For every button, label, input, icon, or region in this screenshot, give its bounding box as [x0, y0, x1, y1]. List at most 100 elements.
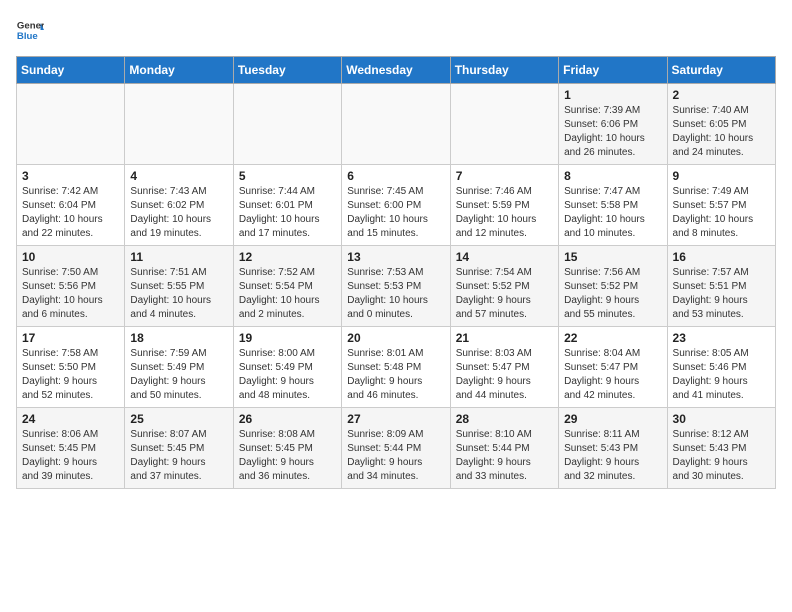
calendar-cell: 25Sunrise: 8:07 AM Sunset: 5:45 PM Dayli…: [125, 408, 233, 489]
logo: General Blue: [16, 16, 48, 44]
day-number: 2: [673, 88, 770, 102]
day-number: 12: [239, 250, 336, 264]
calendar-cell: 30 Sunrise: 8:12 AM Sunset: 5:43 PM Dayli…: [667, 408, 775, 489]
cell-info: Sunrise: 8:11 AM Sunset: 5:43 PM Dayligh…: [564, 428, 661, 484]
calendar-week-row: 10 Sunrise: 7:50 AM Sunset: 5:56 PM Dayli…: [17, 246, 776, 327]
day-number: 30: [673, 412, 770, 426]
weekday-header-row: SundayMondayTuesdayWednesdayThursdayFrid…: [17, 57, 776, 84]
calendar-cell: [17, 84, 125, 165]
calendar-cell: 24 Sunrise: 8:06 AM Sunset: 5:45 PM Dayli…: [17, 408, 125, 489]
cell-info: Sunrise: 7:56 AM Sunset: 5:52 PM Dayligh…: [564, 266, 661, 322]
calendar-cell: 12 Sunrise: 7:52 AM Sunset: 5:54 PM Dayli…: [233, 246, 341, 327]
cell-info: Sunrise: 7:52 AM Sunset: 5:54 PM Dayligh…: [239, 266, 336, 322]
cell-info: Sunrise: 7:44 AM Sunset: 6:01 PM Dayligh…: [239, 185, 336, 241]
cell-info: Sunrise: 7:40 AM Sunset: 6:05 PM Dayligh…: [673, 104, 770, 160]
calendar-cell: [233, 84, 341, 165]
calendar-cell: 16 Sunrise: 7:57 AM Sunset: 5:51 PM Dayli…: [667, 246, 775, 327]
logo-icon: General Blue: [16, 16, 44, 44]
day-number: 29: [564, 412, 661, 426]
day-number: 15: [564, 250, 661, 264]
calendar-cell: 17 Sunrise: 7:58 AM Sunset: 5:50 PM Dayli…: [17, 327, 125, 408]
cell-info: Sunrise: 7:46 AM Sunset: 5:59 PM Dayligh…: [456, 185, 553, 241]
calendar-cell: 29 Sunrise: 8:11 AM Sunset: 5:43 PM Dayli…: [559, 408, 667, 489]
day-number: 1: [564, 88, 661, 102]
day-number: 26: [239, 412, 336, 426]
calendar-cell: [450, 84, 558, 165]
day-number: 10: [22, 250, 119, 264]
cell-info: Sunrise: 8:12 AM Sunset: 5:43 PM Dayligh…: [673, 428, 770, 484]
day-number: 16: [673, 250, 770, 264]
day-number: 13: [347, 250, 444, 264]
weekday-header-friday: Friday: [559, 57, 667, 84]
cell-info: Sunrise: 8:08 AM Sunset: 5:45 PM Dayligh…: [239, 428, 336, 484]
day-number: 11: [130, 250, 227, 264]
calendar-cell: 14 Sunrise: 7:54 AM Sunset: 5:52 PM Dayli…: [450, 246, 558, 327]
cell-info: Sunrise: 7:54 AM Sunset: 5:52 PM Dayligh…: [456, 266, 553, 322]
calendar-cell: 23Sunrise: 8:05 AM Sunset: 5:46 PM Dayli…: [667, 327, 775, 408]
cell-info: Sunrise: 8:09 AM Sunset: 5:44 PM Dayligh…: [347, 428, 444, 484]
svg-text:Blue: Blue: [17, 31, 38, 42]
cell-info: Sunrise: 7:49 AM Sunset: 5:57 PM Dayligh…: [673, 185, 770, 241]
calendar-cell: 13 Sunrise: 7:53 AM Sunset: 5:53 PM Dayli…: [342, 246, 450, 327]
calendar-cell: 10 Sunrise: 7:50 AM Sunset: 5:56 PM Dayli…: [17, 246, 125, 327]
day-number: 28: [456, 412, 553, 426]
day-number: 6: [347, 169, 444, 183]
calendar-cell: 2 Sunrise: 7:40 AM Sunset: 6:05 PM Daylig…: [667, 84, 775, 165]
day-number: 8: [564, 169, 661, 183]
calendar-cell: 27Sunrise: 8:09 AM Sunset: 5:44 PM Dayli…: [342, 408, 450, 489]
calendar-cell: 28 Sunrise: 8:10 AM Sunset: 5:44 PM Dayli…: [450, 408, 558, 489]
day-number: 19: [239, 331, 336, 345]
calendar-cell: 7 Sunrise: 7:46 AM Sunset: 5:59 PM Daylig…: [450, 165, 558, 246]
cell-info: Sunrise: 8:00 AM Sunset: 5:49 PM Dayligh…: [239, 347, 336, 403]
calendar-cell: 15 Sunrise: 7:56 AM Sunset: 5:52 PM Dayli…: [559, 246, 667, 327]
calendar-week-row: 1 Sunrise: 7:39 AM Sunset: 6:06 PM Daylig…: [17, 84, 776, 165]
cell-info: Sunrise: 8:10 AM Sunset: 5:44 PM Dayligh…: [456, 428, 553, 484]
day-number: 24: [22, 412, 119, 426]
svg-text:General: General: [17, 20, 44, 31]
weekday-header-monday: Monday: [125, 57, 233, 84]
day-number: 25: [130, 412, 227, 426]
day-number: 3: [22, 169, 119, 183]
cell-info: Sunrise: 7:53 AM Sunset: 5:53 PM Dayligh…: [347, 266, 444, 322]
day-number: 5: [239, 169, 336, 183]
calendar-cell: 6 Sunrise: 7:45 AM Sunset: 6:00 PM Daylig…: [342, 165, 450, 246]
cell-info: Sunrise: 7:57 AM Sunset: 5:51 PM Dayligh…: [673, 266, 770, 322]
weekday-header-tuesday: Tuesday: [233, 57, 341, 84]
calendar-cell: 4 Sunrise: 7:43 AM Sunset: 6:02 PM Daylig…: [125, 165, 233, 246]
calendar-cell: 5 Sunrise: 7:44 AM Sunset: 6:01 PM Daylig…: [233, 165, 341, 246]
cell-info: Sunrise: 7:59 AM Sunset: 5:49 PM Dayligh…: [130, 347, 227, 403]
cell-info: Sunrise: 7:47 AM Sunset: 5:58 PM Dayligh…: [564, 185, 661, 241]
calendar-cell: 21Sunrise: 8:03 AM Sunset: 5:47 PM Dayli…: [450, 327, 558, 408]
weekday-header-thursday: Thursday: [450, 57, 558, 84]
calendar-cell: 19 Sunrise: 8:00 AM Sunset: 5:49 PM Dayli…: [233, 327, 341, 408]
calendar-week-row: 3 Sunrise: 7:42 AM Sunset: 6:04 PM Daylig…: [17, 165, 776, 246]
day-number: 18: [130, 331, 227, 345]
day-number: 21: [456, 331, 553, 345]
calendar-week-row: 24 Sunrise: 8:06 AM Sunset: 5:45 PM Dayli…: [17, 408, 776, 489]
calendar-cell: 22Sunrise: 8:04 AM Sunset: 5:47 PM Dayli…: [559, 327, 667, 408]
day-number: 9: [673, 169, 770, 183]
cell-info: Sunrise: 7:51 AM Sunset: 5:55 PM Dayligh…: [130, 266, 227, 322]
cell-info: Sunrise: 7:50 AM Sunset: 5:56 PM Dayligh…: [22, 266, 119, 322]
day-number: 4: [130, 169, 227, 183]
weekday-header-sunday: Sunday: [17, 57, 125, 84]
cell-info: Sunrise: 7:39 AM Sunset: 6:06 PM Dayligh…: [564, 104, 661, 160]
day-number: 17: [22, 331, 119, 345]
calendar-cell: 9 Sunrise: 7:49 AM Sunset: 5:57 PM Daylig…: [667, 165, 775, 246]
calendar-cell: [125, 84, 233, 165]
day-number: 14: [456, 250, 553, 264]
calendar-cell: 18 Sunrise: 7:59 AM Sunset: 5:49 PM Dayli…: [125, 327, 233, 408]
day-number: 20: [347, 331, 444, 345]
calendar-cell: 1 Sunrise: 7:39 AM Sunset: 6:06 PM Daylig…: [559, 84, 667, 165]
calendar-cell: [342, 84, 450, 165]
calendar-week-row: 17 Sunrise: 7:58 AM Sunset: 5:50 PM Dayli…: [17, 327, 776, 408]
calendar-table: SundayMondayTuesdayWednesdayThursdayFrid…: [16, 56, 776, 489]
cell-info: Sunrise: 7:42 AM Sunset: 6:04 PM Dayligh…: [22, 185, 119, 241]
calendar-cell: 26 Sunrise: 8:08 AM Sunset: 5:45 PM Dayli…: [233, 408, 341, 489]
cell-info: Sunrise: 7:58 AM Sunset: 5:50 PM Dayligh…: [22, 347, 119, 403]
calendar-cell: 8 Sunrise: 7:47 AM Sunset: 5:58 PM Daylig…: [559, 165, 667, 246]
cell-info: Sunrise: 7:45 AM Sunset: 6:00 PM Dayligh…: [347, 185, 444, 241]
day-number: 7: [456, 169, 553, 183]
cell-info: Sunrise: 7:43 AM Sunset: 6:02 PM Dayligh…: [130, 185, 227, 241]
cell-info: Sunrise: 8:06 AM Sunset: 5:45 PM Dayligh…: [22, 428, 119, 484]
